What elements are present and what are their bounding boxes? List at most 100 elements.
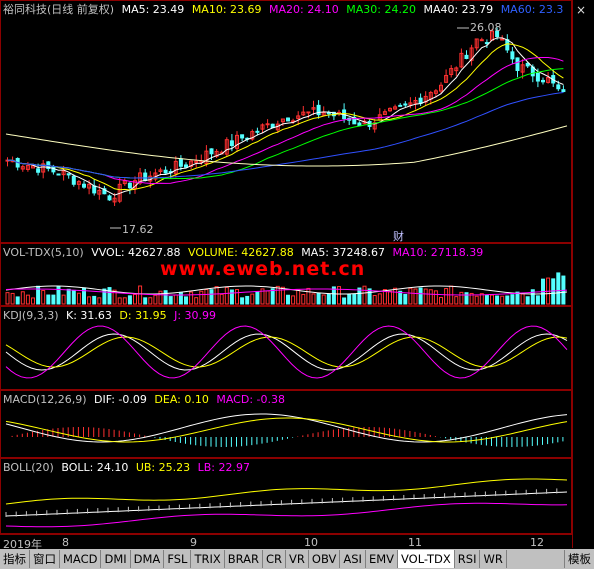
watermark-text: www.eweb.net.cn (160, 258, 366, 280)
volume-bar (46, 294, 51, 305)
volume-bar (122, 297, 127, 305)
kdj-d-line (5, 336, 568, 368)
candle-body (479, 39, 484, 42)
volume-bar (153, 294, 158, 305)
volume-bar (117, 297, 122, 305)
tab-template[interactable]: 模板 (564, 550, 594, 568)
volume-bar (474, 295, 479, 305)
tab-obv[interactable]: OBV (309, 550, 341, 568)
candle-body (505, 39, 510, 51)
volume-bar (423, 288, 428, 305)
candle-body (71, 175, 76, 185)
volume-bar (275, 285, 280, 305)
volume-bar (306, 287, 311, 305)
volume-bar (428, 289, 433, 305)
volume-bar (525, 296, 530, 305)
volume-bar (199, 290, 204, 305)
volume-bar (41, 290, 46, 305)
volume-bar (92, 295, 97, 305)
high-price-label: 26.08 (470, 21, 502, 34)
volume-bar (500, 295, 505, 305)
candle-body (510, 51, 515, 60)
volume-bar (433, 290, 438, 305)
volume-bar (184, 296, 188, 305)
tab-rsi[interactable]: RSI (455, 550, 481, 568)
candle-body (357, 122, 362, 127)
volume-bar (520, 293, 525, 305)
tab-macd[interactable]: MACD (60, 550, 102, 568)
volume-bar (61, 294, 66, 305)
volume-bar (286, 294, 290, 305)
tab-dma[interactable]: DMA (131, 550, 165, 568)
volume-bar (5, 292, 10, 305)
volume-bar (388, 290, 392, 305)
candle-body (541, 79, 545, 83)
candle-body (56, 173, 61, 176)
tab-cr[interactable]: CR (263, 550, 287, 568)
tab-vr[interactable]: VR (286, 550, 309, 568)
candle-body (209, 148, 214, 155)
volume-bar (245, 295, 250, 305)
volume-bar (138, 285, 143, 305)
date-label-oct: 10 (304, 536, 318, 549)
candle-body (127, 182, 132, 189)
volume-bar (87, 296, 92, 305)
volume-bar (347, 293, 352, 305)
volume-bar (133, 293, 137, 305)
candle-body (403, 103, 408, 106)
tab-brar[interactable]: BRAR (225, 550, 264, 568)
volume-bar (163, 290, 168, 305)
close-icon[interactable]: × (576, 3, 586, 17)
finance-marker: 财 (393, 229, 404, 243)
candle-body (66, 173, 71, 176)
tab-window[interactable]: 窗口 (30, 550, 60, 568)
volume-bar (127, 295, 132, 305)
volume-bar (102, 288, 107, 305)
ma-long-line (5, 125, 568, 167)
candle-body (464, 54, 469, 59)
tab-wr[interactable]: WR (480, 550, 507, 568)
volume-bar (393, 287, 398, 305)
date-label-nov: 11 (408, 536, 422, 549)
volume-bar (510, 294, 515, 305)
candle-body (92, 185, 97, 194)
candle-body (316, 104, 321, 116)
volume-bar (418, 287, 423, 305)
volume-bar (296, 289, 301, 305)
volume-bar (311, 293, 316, 305)
boll-upper-line (5, 478, 568, 505)
volume-bar (413, 288, 418, 305)
volume-bar (219, 293, 224, 305)
volume-bar (377, 293, 382, 305)
volume-bar (291, 295, 296, 305)
tab-asi[interactable]: ASI (340, 550, 366, 568)
volume-bar (71, 289, 76, 305)
volume-bar (484, 294, 489, 305)
date-label-aug: 8 (62, 536, 69, 549)
tab-emv[interactable]: EMV (366, 550, 398, 568)
volume-bar (235, 289, 239, 305)
tab-vol-tdx[interactable]: VOL-TDX (398, 550, 455, 568)
candle-body (265, 123, 270, 126)
volume-bar (464, 292, 469, 305)
tab-fsl[interactable]: FSL (164, 550, 192, 568)
volume-bar (444, 288, 449, 305)
volume-bar (352, 293, 357, 305)
volume-bar (342, 297, 347, 305)
volume-bar (173, 294, 178, 305)
volume-bar (209, 289, 214, 305)
candle-body (306, 111, 311, 114)
volume-bar (224, 286, 229, 305)
tab-trix[interactable]: TRIX (191, 550, 225, 568)
boll-mid-line (5, 491, 568, 517)
tab-indicator[interactable]: 指标 (0, 550, 30, 568)
volume-bar (556, 272, 561, 305)
volume-bar (490, 294, 494, 305)
low-price-label: 17.62 (122, 223, 154, 236)
volume-bar (398, 290, 403, 305)
candle-body (229, 140, 234, 147)
candle-body (500, 38, 505, 41)
volume-bar (362, 285, 367, 305)
tab-dmi[interactable]: DMI (101, 550, 131, 568)
volume-bar (66, 288, 71, 305)
